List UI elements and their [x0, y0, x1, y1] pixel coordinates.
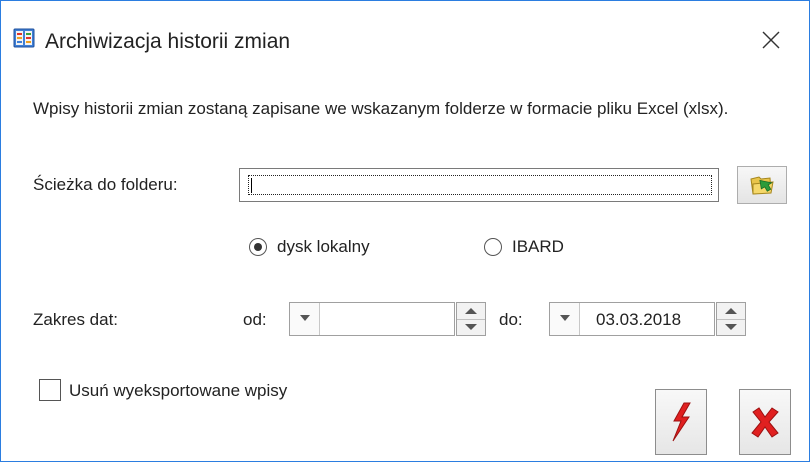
arrow-down-icon	[725, 324, 737, 330]
delete-exported-label[interactable]: Usuń wyeksportowane wpisy	[69, 381, 287, 401]
description-text: Wpisy historii zmian zostaną zapisane we…	[33, 99, 729, 118]
radio-local-disk[interactable]: dysk lokalny	[249, 237, 409, 261]
browse-folder-button[interactable]	[737, 166, 787, 204]
date-from-label: od:	[243, 310, 267, 329]
radio-local-disk-label: dysk lokalny	[277, 237, 370, 256]
date-to-spin-up[interactable]	[717, 303, 745, 320]
run-archive-button[interactable]	[655, 389, 707, 455]
chevron-down-icon	[300, 315, 310, 321]
title-bar: Archiwizacja historii zmian	[1, 1, 809, 63]
arrow-down-icon	[465, 324, 477, 330]
focus-rectangle	[248, 175, 712, 195]
window-title: Archiwizacja historii zmian	[45, 30, 291, 53]
date-range-label: Zakres dat:	[33, 310, 119, 329]
date-from-field[interactable]	[289, 302, 455, 336]
delete-exported-checkbox[interactable]	[39, 379, 61, 401]
date-to-value: 03.03.2018	[596, 310, 682, 329]
radio-circle	[484, 238, 502, 256]
dialog-window: Archiwizacja historii zmian Wpisy histor…	[0, 0, 810, 462]
folder-path-label: Ścieżka do folderu:	[33, 175, 178, 194]
archive-book-icon	[13, 27, 35, 49]
date-from-spin-down[interactable]	[457, 319, 485, 335]
lightning-icon	[672, 402, 691, 442]
open-folder-icon	[750, 176, 774, 195]
cancel-button[interactable]	[739, 389, 791, 455]
close-icon	[762, 31, 780, 49]
date-to-spin-down[interactable]	[717, 319, 745, 335]
date-to-spinner[interactable]	[716, 302, 746, 336]
radio-selected-dot	[254, 243, 262, 251]
folder-path-input[interactable]	[239, 168, 719, 202]
date-from-spin-up[interactable]	[457, 303, 485, 320]
arrow-up-icon	[725, 308, 737, 314]
close-button[interactable]	[751, 21, 791, 61]
arrow-up-icon	[465, 308, 477, 314]
red-x-icon	[751, 407, 779, 438]
date-to-dropdown[interactable]	[550, 303, 580, 335]
date-to-field[interactable]: 03.03.2018	[549, 302, 715, 336]
radio-circle	[249, 238, 267, 256]
radio-ibard-label: IBARD	[512, 237, 564, 256]
date-from-dropdown[interactable]	[290, 303, 320, 335]
chevron-down-icon	[560, 315, 570, 321]
radio-ibard[interactable]: IBARD	[484, 237, 594, 261]
text-caret	[251, 178, 252, 193]
date-to-label: do:	[499, 310, 523, 329]
date-from-spinner[interactable]	[456, 302, 486, 336]
